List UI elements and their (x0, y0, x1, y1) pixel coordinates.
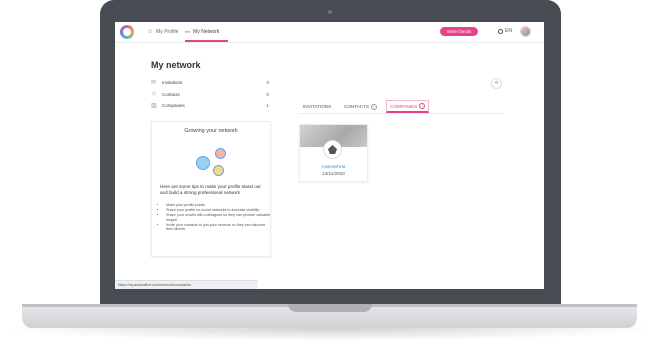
share-icon[interactable]: ⋖ (491, 78, 502, 89)
tips-list-item: Share your results with colleagues so th… (166, 213, 270, 222)
app-logo-icon[interactable] (120, 25, 134, 39)
browser-status-url: https://my.assessfirst.com/network/compa… (115, 280, 258, 289)
stat-companies-count: 1 (266, 102, 269, 108)
building-icon: ▥ (151, 102, 157, 109)
laptop-notch (288, 304, 372, 312)
network-icon: ⚯ (185, 29, 191, 36)
person-bubble-icon (215, 148, 226, 159)
tips-title: Growing your network (184, 128, 238, 134)
tab-companies-label: COMPANIES (390, 103, 418, 109)
globe-icon (498, 28, 503, 34)
tab-contacts-label: CONTACTS (344, 104, 369, 109)
person-bubble-icon (213, 165, 224, 176)
stat-invitations: ✉ Invitations 0 (151, 78, 269, 86)
info-icon[interactable]: i (419, 103, 426, 109)
tab-companies[interactable]: COMPANIES i (386, 100, 430, 113)
nav-my-network-label: My Network (193, 29, 220, 35)
company-name[interactable]: AssessFirst (300, 164, 367, 169)
top-nav: ☺ My Profile ⚯ My Network Invite friends… (115, 22, 544, 43)
tips-lead: Here are some tips to make your profile … (160, 184, 261, 195)
tab-contacts[interactable]: CONTACTS i (344, 100, 377, 113)
company-date: 13/11/2023 (322, 171, 345, 176)
stat-invitations-count: 0 (266, 79, 269, 85)
nav-active-indicator (185, 40, 228, 42)
tips-list: Make your profile public Share your prof… (160, 203, 270, 233)
user-avatar[interactable] (520, 26, 531, 37)
stat-companies-label: Companies (162, 102, 185, 108)
contacts-icon: ☺ (151, 91, 158, 97)
stat-companies: ▥ Companies 1 (151, 101, 269, 109)
tab-invitations-label: INVITATIONS (303, 104, 332, 109)
company-card[interactable]: AssessFirst 13/11/2023 (299, 124, 368, 182)
network-tabs: INVITATIONS CONTACTS i COMPANIES i (298, 100, 504, 114)
person-bubble-icon (196, 156, 210, 170)
envelope-icon: ✉ (151, 79, 157, 86)
invite-friends-button[interactable]: Invite friends (440, 27, 478, 36)
stat-invitations-label: Invitations (162, 79, 183, 85)
nav-my-network[interactable]: ⚯ My Network (185, 27, 219, 37)
app-screen: ☺ My Profile ⚯ My Network Invite friends… (115, 22, 544, 289)
stat-contacts: ☺ Contacts 0 (151, 90, 269, 98)
user-icon: ☺ (147, 29, 154, 35)
nav-my-profile[interactable]: ☺ My Profile (147, 27, 178, 37)
tips-card: Growing your network Here are some tips … (151, 121, 271, 257)
tab-invitations[interactable]: INVITATIONS (303, 100, 331, 113)
camera-dot (328, 10, 332, 14)
tips-list-item: Make your profile public (166, 203, 270, 208)
tips-list-item: Invite your contacts to join your networ… (166, 223, 270, 232)
language-selector[interactable]: EN (498, 28, 512, 34)
stat-contacts-count: 0 (266, 91, 269, 97)
company-logo-icon (323, 140, 342, 159)
language-label: EN (505, 28, 512, 34)
page-title: My network (151, 60, 201, 70)
stat-contacts-label: Contacts (162, 91, 180, 97)
nav-my-profile-label: My Profile (156, 29, 179, 35)
info-icon[interactable]: i (370, 103, 377, 110)
tips-list-item: Share your profile on social networks to… (166, 208, 270, 213)
